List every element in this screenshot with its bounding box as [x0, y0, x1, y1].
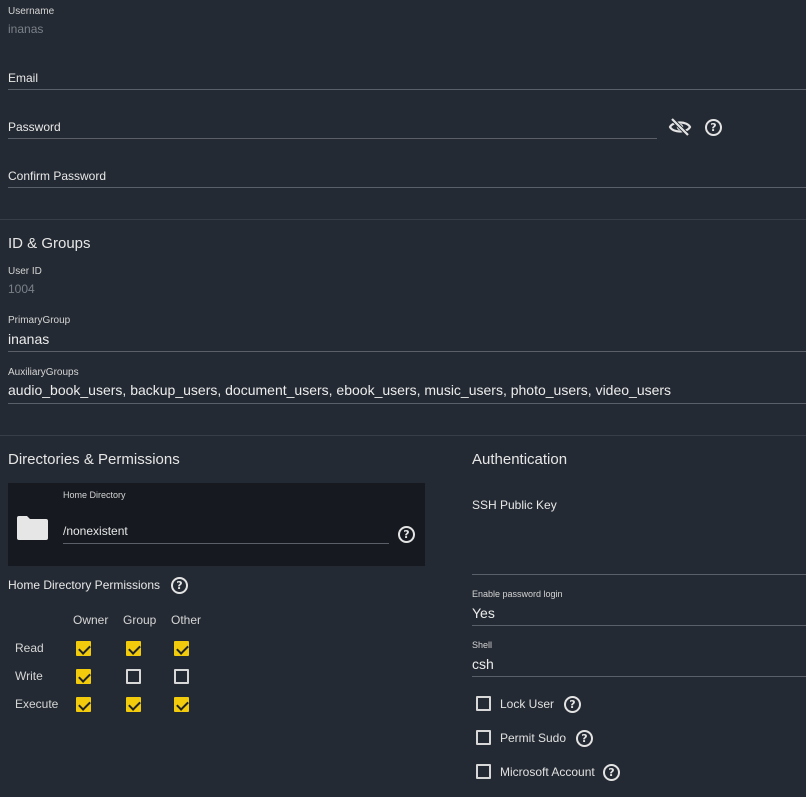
email-label: Email [8, 71, 39, 85]
section-divider [0, 435, 806, 436]
home-directory-panel: Home Directory /nonexistent ? [8, 483, 425, 566]
permissions-help-icon[interactable]: ? [171, 577, 188, 594]
primary-group-underline [8, 351, 806, 352]
write-owner-checkbox[interactable] [76, 669, 91, 684]
password-underline [8, 138, 657, 139]
ssh-public-key-label: SSH Public Key [472, 498, 557, 512]
visibility-off-icon[interactable] [668, 116, 692, 138]
write-group-checkbox[interactable] [126, 669, 141, 684]
permit-sudo-checkbox[interactable] [476, 730, 491, 745]
permission-row-read: Read [15, 641, 44, 655]
shell-value: csh [472, 656, 494, 672]
home-directory-value: /nonexistent [63, 524, 128, 538]
email-field[interactable]: Email [0, 62, 806, 92]
auxiliary-groups-underline [8, 403, 806, 404]
execute-group-checkbox[interactable] [126, 697, 141, 712]
execute-other-checkbox[interactable] [174, 697, 189, 712]
auxiliary-groups-value: audio_book_users, backup_users, document… [8, 382, 672, 398]
read-owner-checkbox[interactable] [76, 641, 91, 656]
password-label: Password [8, 120, 61, 134]
password-login-underline [472, 625, 806, 626]
password-field[interactable]: Password [0, 111, 660, 141]
user-id-label: User ID [8, 266, 42, 277]
lock-user-label: Lock User [500, 697, 555, 711]
home-directory-help-icon[interactable]: ? [398, 526, 415, 543]
permit-sudo-label: Permit Sudo [500, 731, 567, 745]
microsoft-account-checkbox[interactable] [476, 764, 491, 779]
password-login-value: Yes [472, 605, 495, 621]
username-label: Username [8, 6, 55, 17]
password-login-select[interactable]: Enable password login Yes [468, 589, 806, 627]
user-id-value: 1004 [8, 282, 35, 296]
microsoft-account-help-icon[interactable]: ? [603, 764, 620, 781]
authentication-title: Authentication [472, 451, 568, 468]
directories-title: Directories & Permissions [8, 451, 180, 468]
password-help-icon[interactable]: ? [705, 119, 722, 136]
email-underline [8, 89, 806, 90]
shell-label: Shell [472, 640, 493, 650]
primary-group-select[interactable]: PrimaryGroup inanas [0, 314, 806, 354]
permission-column-owner: Owner [73, 613, 109, 627]
permission-row-write: Write [15, 669, 43, 683]
shell-underline [472, 676, 806, 677]
home-directory-input[interactable]: /nonexistent [63, 519, 389, 545]
primary-group-label: PrimaryGroup [8, 315, 71, 326]
confirm-password-label: Confirm Password [8, 169, 107, 183]
confirm-password-field[interactable]: Confirm Password [0, 160, 806, 190]
permission-row-execute: Execute [15, 697, 59, 711]
id-groups-title: ID & Groups [8, 235, 91, 252]
shell-select[interactable]: Shell csh [468, 640, 806, 678]
write-other-checkbox[interactable] [174, 669, 189, 684]
permission-column-other: Other [171, 613, 202, 627]
home-directory-label: Home Directory [63, 490, 126, 500]
execute-owner-checkbox[interactable] [76, 697, 91, 712]
username-value: inanas [8, 22, 44, 36]
read-group-checkbox[interactable] [126, 641, 141, 656]
ssh-public-key-underline [472, 574, 806, 575]
lock-user-checkbox[interactable] [476, 696, 491, 711]
primary-group-value: inanas [8, 331, 50, 347]
folder-icon[interactable] [17, 515, 48, 540]
auxiliary-groups-select[interactable]: AuxiliaryGroups audio_book_users, backup… [0, 366, 806, 406]
section-divider [0, 219, 806, 220]
microsoft-account-label: Microsoft Account [500, 765, 595, 779]
permission-column-group: Group [123, 613, 157, 627]
confirm-password-underline [8, 187, 806, 188]
ssh-public-key-textarea[interactable]: SSH Public Key [468, 490, 806, 576]
auxiliary-groups-label: AuxiliaryGroups [8, 367, 79, 378]
home-directory-underline [63, 543, 389, 544]
permissions-label: Home Directory Permissions [8, 578, 161, 592]
permit-sudo-help-icon[interactable]: ? [576, 730, 593, 747]
lock-user-help-icon[interactable]: ? [564, 696, 581, 713]
read-other-checkbox[interactable] [174, 641, 189, 656]
password-login-label: Enable password login [472, 589, 563, 599]
